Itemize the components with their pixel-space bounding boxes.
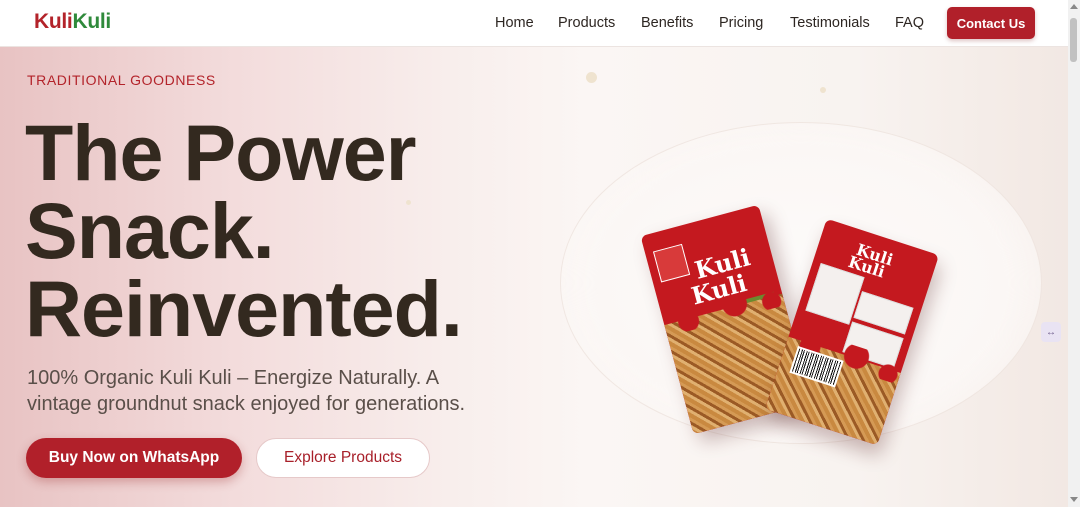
hero-headline-line1: The Power xyxy=(25,108,416,197)
decorative-dot xyxy=(586,72,597,83)
hero-eyebrow: TRADITIONAL GOODNESS xyxy=(27,72,216,88)
scroll-up-icon[interactable] xyxy=(1070,4,1078,9)
hero-subtitle-line1: 100% Organic Kuli Kuli – Energize Natura… xyxy=(27,367,440,389)
brand-logo-part1: Kuli xyxy=(34,10,73,33)
hero-subtitle-line2: vintage groundnut snack enjoyed for gene… xyxy=(27,393,466,415)
scroll-down-icon[interactable] xyxy=(1070,497,1078,502)
nav-link-pricing[interactable]: Pricing xyxy=(719,15,763,31)
decorative-dot xyxy=(820,87,826,93)
hero-headline-line2: Snack. xyxy=(25,186,275,275)
expand-icon[interactable]: ↔ xyxy=(1041,322,1061,342)
brand-logo-part2: Kuli xyxy=(72,10,111,33)
contact-us-button[interactable]: Contact Us xyxy=(947,7,1035,39)
nav-link-testimonials[interactable]: Testimonials xyxy=(790,15,870,31)
decorative-dot xyxy=(406,200,411,205)
nav-link-faq[interactable]: FAQ xyxy=(895,15,924,31)
nav-link-home[interactable]: Home xyxy=(495,15,534,31)
nav-link-benefits[interactable]: Benefits xyxy=(641,15,693,31)
page-scrollbar[interactable] xyxy=(1068,0,1080,507)
brand-logo[interactable]: KuliKuli xyxy=(34,10,111,34)
top-navbar: KuliKuli Home Products Benefits Pricing … xyxy=(0,0,1068,47)
pack-seal xyxy=(652,243,691,283)
nav-link-products[interactable]: Products xyxy=(558,15,615,31)
scrollbar-thumb[interactable] xyxy=(1070,18,1077,62)
hero-headline-line3: Reinvented. xyxy=(25,264,463,353)
explore-products-button[interactable]: Explore Products xyxy=(256,438,430,478)
buy-whatsapp-button[interactable]: Buy Now on WhatsApp xyxy=(26,438,242,478)
